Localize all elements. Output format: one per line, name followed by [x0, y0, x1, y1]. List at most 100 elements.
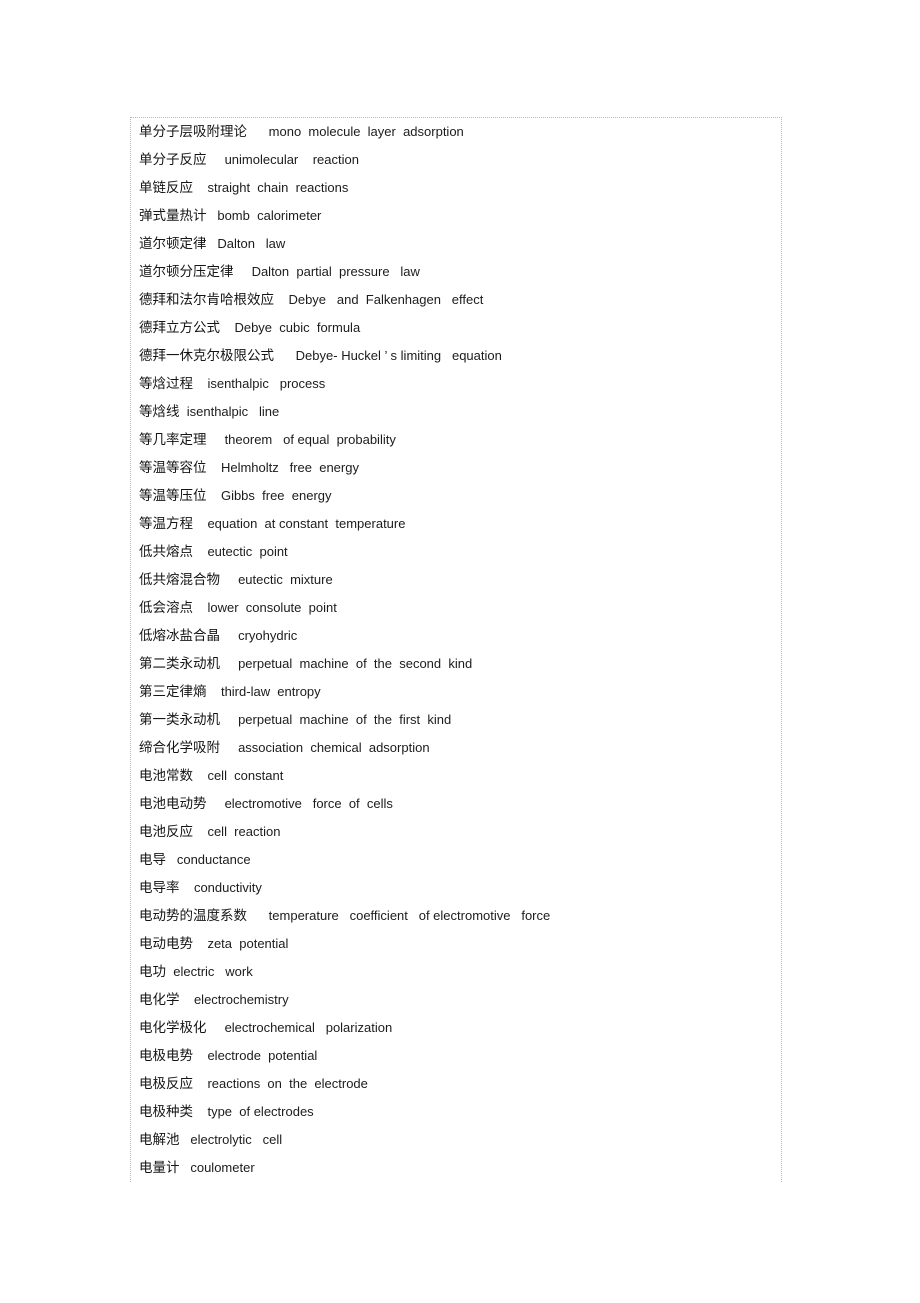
glossary-row: 等焓线 isenthalpic line — [131, 398, 781, 426]
term-english: cell constant — [207, 768, 284, 783]
term-gap — [193, 824, 207, 839]
term-english: coulometer — [190, 1160, 255, 1175]
term-gap — [180, 1160, 191, 1175]
term-gap — [207, 488, 221, 503]
term-english: isenthalpic line — [186, 404, 280, 419]
glossary-page: 单分子层吸附理论 mono molecule layer adsorption 单… — [130, 117, 782, 1182]
term-chinese: 第三定律熵 — [139, 684, 207, 700]
glossary-row: 等几率定理 theorem of equal probability — [131, 426, 781, 454]
term-gap — [207, 208, 218, 223]
glossary-row: 电导率 conductivity — [131, 874, 781, 902]
term-gap — [193, 1076, 207, 1091]
term-chinese: 电动电势 — [139, 936, 193, 952]
glossary-row: 德拜立方公式 Debye cubic formula — [131, 314, 781, 342]
term-chinese: 德拜一休克尔极限公式 — [139, 348, 274, 364]
term-english: association chemical adsorption — [238, 740, 430, 755]
term-gap — [247, 908, 269, 923]
term-gap — [193, 768, 207, 783]
term-english: conductance — [176, 852, 251, 867]
glossary-row: 电量计 coulometer — [131, 1154, 781, 1182]
glossary-row: 等温方程 equation at constant temperature — [131, 510, 781, 538]
glossary-row: 第三定律熵 third-law entropy — [131, 678, 781, 706]
term-english: Debye and Falkenhagen effect — [288, 292, 484, 307]
term-gap — [274, 348, 296, 363]
term-english: equation at constant temperature — [207, 516, 406, 531]
term-chinese: 等温等压位 — [139, 488, 207, 504]
glossary-row: 电解池 electrolytic cell — [131, 1126, 781, 1154]
term-chinese: 等温等容位 — [139, 460, 207, 476]
term-chinese: 缔合化学吸附 — [139, 740, 220, 756]
term-gap — [207, 432, 225, 447]
term-english: zeta potential — [207, 936, 289, 951]
term-english: Debye- Huckel ’ s limiting equation — [295, 348, 502, 363]
term-gap — [220, 572, 238, 587]
term-gap — [193, 1104, 207, 1119]
term-chinese: 道尔顿定律 — [139, 236, 207, 252]
term-english: mono molecule layer adsorption — [268, 124, 464, 139]
glossary-row: 低熔冰盐合晶 cryohydric — [131, 622, 781, 650]
term-gap — [220, 320, 234, 335]
term-chinese: 电极种类 — [139, 1104, 193, 1120]
term-english: theorem of equal probability — [224, 432, 396, 447]
term-english: lower consolute point — [207, 600, 337, 615]
term-english: Dalton law — [217, 236, 286, 251]
term-gap — [193, 936, 207, 951]
term-chinese: 弹式量热计 — [139, 208, 207, 224]
term-english: electrochemical polarization — [224, 1020, 393, 1035]
glossary-row: 道尔顿定律 Dalton law — [131, 230, 781, 258]
term-english: reactions on the electrode — [207, 1076, 368, 1091]
term-gap — [193, 1048, 207, 1063]
term-gap — [193, 516, 207, 531]
term-english: third-law entropy — [220, 684, 321, 699]
term-chinese: 低熔冰盐合晶 — [139, 628, 220, 644]
term-english: electrolytic cell — [190, 1132, 283, 1147]
term-chinese: 电池电动势 — [139, 796, 207, 812]
term-gap — [207, 1020, 225, 1035]
term-gap — [220, 712, 238, 727]
term-english: conductivity — [193, 880, 262, 895]
term-gap — [247, 124, 269, 139]
term-english: unimolecular reaction — [224, 152, 359, 167]
term-english: Dalton partial pressure law — [251, 264, 420, 279]
term-gap — [207, 236, 218, 251]
term-gap — [166, 852, 177, 867]
term-gap — [193, 376, 207, 391]
term-gap — [180, 404, 187, 419]
term-gap — [220, 628, 238, 643]
term-chinese: 电池常数 — [139, 768, 193, 784]
term-english: electrochemistry — [193, 992, 289, 1007]
term-gap — [220, 740, 238, 755]
term-english: eutectic point — [207, 544, 288, 559]
term-chinese: 等焓线 — [139, 404, 180, 420]
term-english: cell reaction — [207, 824, 281, 839]
term-chinese: 电解池 — [139, 1132, 180, 1148]
glossary-row: 等温等容位 Helmholtz free energy — [131, 454, 781, 482]
term-english: eutectic mixture — [238, 572, 333, 587]
glossary-row: 单分子反应 unimolecular reaction — [131, 146, 781, 174]
term-chinese: 电池反应 — [139, 824, 193, 840]
term-english: type of electrodes — [207, 1104, 314, 1119]
term-english: isenthalpic process — [207, 376, 326, 391]
term-gap — [180, 880, 194, 895]
term-gap — [207, 152, 225, 167]
glossary-list: 单分子层吸附理论 mono molecule layer adsorption 单… — [131, 118, 781, 1182]
term-chinese: 电动势的温度系数 — [139, 908, 247, 924]
glossary-row: 低会溶点 lower consolute point — [131, 594, 781, 622]
term-chinese: 电化学极化 — [139, 1020, 207, 1036]
term-chinese: 电化学 — [139, 992, 180, 1008]
glossary-row: 电化学 electrochemistry — [131, 986, 781, 1014]
term-chinese: 低共熔点 — [139, 544, 193, 560]
glossary-row: 电极种类 type of electrodes — [131, 1098, 781, 1126]
term-english: temperature coefficient of electromotive… — [268, 908, 551, 923]
term-chinese: 电功 — [139, 964, 166, 980]
term-chinese: 电导 — [139, 852, 166, 868]
term-chinese: 电极电势 — [139, 1048, 193, 1064]
glossary-row: 缔合化学吸附 association chemical adsorption — [131, 734, 781, 762]
term-chinese: 单分子反应 — [139, 152, 207, 168]
glossary-row: 单链反应 straight chain reactions — [131, 174, 781, 202]
term-chinese: 低会溶点 — [139, 600, 193, 616]
term-chinese: 德拜立方公式 — [139, 320, 220, 336]
term-english: electric work — [173, 964, 253, 979]
glossary-row: 德拜和法尔肯哈根效应 Debye and Falkenhagen effect — [131, 286, 781, 314]
term-english: electrode potential — [207, 1048, 318, 1063]
